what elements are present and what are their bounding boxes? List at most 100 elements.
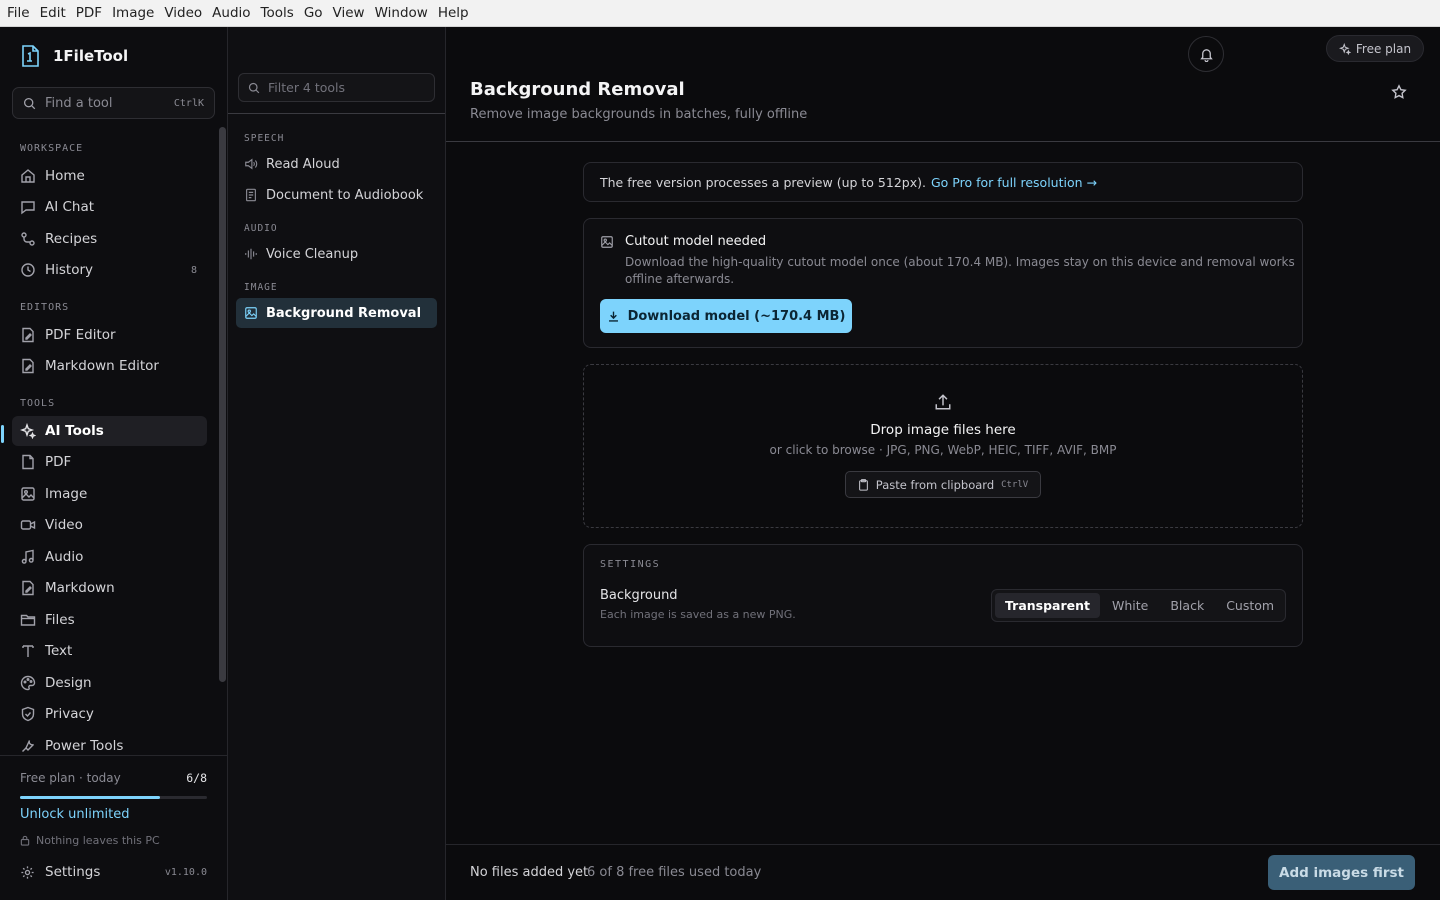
notice-text: The free version processes a preview (up… [600,174,926,190]
group-label-speech: SPEECH [244,133,285,144]
menu-pdf[interactable]: PDF [71,0,107,27]
menu-edit[interactable]: Edit [35,0,71,27]
settings-section-label: SETTINGS [600,559,661,570]
unlock-unlimited-link[interactable]: Unlock unlimited [20,807,129,822]
section-label-tools: TOOLS [20,398,56,409]
pdf-editor-icon [22,327,34,343]
filter-tools-input[interactable]: Filter 4 tools [238,73,435,102]
sidebar-item-files[interactable]: Files [12,605,207,635]
menu-window[interactable]: Window [370,0,433,27]
clipboard-icon [858,478,868,491]
sidebar-item-label: Privacy [45,706,94,722]
drop-zone-subtitle: or click to browse · JPG, PNG, WebP, HEI… [769,443,1117,457]
tool-item-read-aloud[interactable]: Read Aloud [236,149,437,179]
sidebar-item-home[interactable]: Home [12,161,207,191]
sparkle-icon [20,423,36,439]
menu-view[interactable]: View [328,0,370,27]
group-label-image: IMAGE [244,282,278,293]
free-plan-badge[interactable]: Free plan [1326,35,1424,62]
lock-icon [20,835,30,846]
menu-image[interactable]: Image [107,0,159,27]
sidebar: 1FileTool Find a tool CtrlK WORKSPACE Ho… [0,27,228,900]
sidebar-item-markdown[interactable]: Markdown [12,573,207,603]
sidebar-footer: Free plan · today 6/8 Unlock unlimited N… [0,755,227,900]
sidebar-scrollbar[interactable] [219,127,226,682]
tool-item-voice-cleanup[interactable]: Voice Cleanup [236,239,437,269]
add-images-button[interactable]: Add images first [1268,855,1415,890]
menu-audio[interactable]: Audio [207,0,255,27]
menu-go[interactable]: Go [299,0,328,27]
sidebar-item-history[interactable]: History 8 [12,255,207,285]
paste-from-clipboard-button[interactable]: Paste from clipboard CtrlV [845,471,1041,498]
markdown-editor-icon [22,358,34,374]
menu-video[interactable]: Video [159,0,207,27]
sidebar-item-ai-tools[interactable]: AI Tools [12,416,207,446]
find-tool-search[interactable]: Find a tool CtrlK [12,87,215,119]
paste-label: Paste from clipboard [875,477,995,492]
settings-card: SETTINGS Background Each image is saved … [583,544,1303,647]
favorite-button[interactable] [1391,84,1407,100]
sidebar-item-image[interactable]: Image [12,479,207,509]
free-version-notice: The free version processes a preview (up… [583,162,1303,202]
search-icon [23,97,36,109]
go-pro-link[interactable]: Go Pro for full resolution → [931,175,1097,190]
sparkle-icon [1338,42,1351,55]
sidebar-item-audio[interactable]: Audio [12,542,207,572]
background-option-black[interactable]: Black [1160,593,1214,618]
waveform-icon [245,248,257,260]
menu-file[interactable]: File [2,0,35,27]
header-divider [446,141,1440,142]
menu-tools[interactable]: Tools [256,0,299,27]
tool-item-document-to-audiobook[interactable]: Document to Audiobook [236,180,437,210]
file-icon [22,454,34,470]
active-indicator [1,425,4,443]
tool-item-background-removal[interactable]: Background Removal [236,298,437,328]
model-card-description: Download the high-quality cutout model o… [625,255,1295,286]
sidebar-item-ai-chat[interactable]: AI Chat [12,192,207,222]
sidebar-item-label: AI Chat [45,199,95,215]
paste-shortcut: CtrlV [1001,479,1029,490]
markdown-icon [22,580,34,596]
sidebar-item-markdown-editor[interactable]: Markdown Editor [12,351,207,381]
image-icon [245,307,257,319]
background-option-transparent[interactable]: Transparent [995,593,1100,618]
sidebar-item-recipes[interactable]: Recipes [12,224,207,254]
image-drop-zone[interactable]: Drop image files here or click to browse… [583,364,1303,528]
sidebar-item-label: History [45,262,94,278]
gear-icon [21,865,34,879]
sidebar-item-label: PDF [45,454,72,470]
speaker-icon [245,158,258,170]
history-count: 8 [190,264,197,276]
background-option-white[interactable]: White [1102,593,1158,618]
brand[interactable]: 1FileTool [19,44,128,68]
recipes-icon [21,232,35,246]
document-icon [246,188,256,202]
sidebar-item-settings[interactable]: Settings v1.10.0 [20,864,207,880]
sidebar-item-design[interactable]: Design [12,668,207,698]
folder-icon [20,614,36,626]
page-subtitle: Remove image backgrounds in batches, ful… [470,107,808,122]
bell-icon [1199,48,1213,62]
menu-help[interactable]: Help [433,0,474,27]
background-segmented-control: Transparent White Black Custom [991,589,1286,622]
sidebar-item-pdf[interactable]: PDF [12,447,207,477]
sidebar-item-label: PDF Editor [45,327,116,343]
section-label-editors: EDITORS [20,302,70,313]
sidebar-item-label: Image [45,486,88,502]
notifications-button[interactable] [1188,36,1224,72]
text-icon [22,645,34,657]
tool-list-panel: Filter 4 tools SPEECH Read Aloud Documen… [228,27,446,900]
search-icon [248,82,260,93]
chat-icon [21,201,35,215]
download-model-button[interactable]: Download model (~170.4 MB) [600,299,852,333]
sidebar-item-label: Power Tools [45,738,124,754]
sidebar-item-pdf-editor[interactable]: PDF Editor [12,320,207,350]
background-option-custom[interactable]: Custom [1216,593,1284,618]
sidebar-item-text[interactable]: Text [12,636,207,666]
page-title: Background Removal [470,79,685,100]
sidebar-item-label: Markdown [45,580,115,596]
plan-usage-row: Free plan · today 6/8 [20,771,207,785]
sidebar-item-video[interactable]: Video [12,510,207,540]
sidebar-item-privacy[interactable]: Privacy [12,699,207,729]
toolpanel-divider [228,113,445,114]
